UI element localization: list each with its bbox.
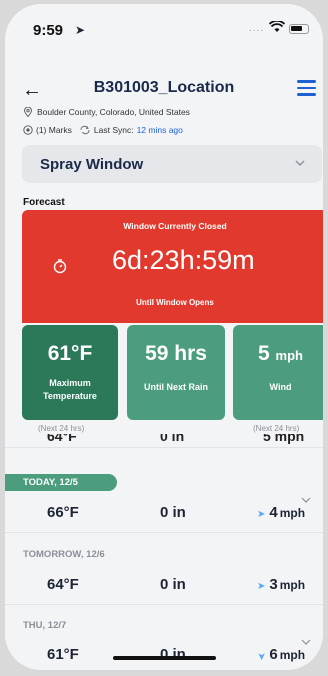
temp-period-note: (Next 24 hrs) [38,424,85,433]
page-title: B301003_Location [93,79,235,96]
day-wind-unit: mph [279,506,306,520]
chevron-down-icon[interactable] [301,638,311,646]
timer-icon [53,259,67,274]
location-line: Boulder County, Colorado, United States [23,107,190,117]
day-rain: 0 in [160,576,186,593]
max-temp-label-2: Temperature [43,391,97,401]
battery-icon [289,24,309,34]
last-sync-value: 12 mins ago [136,125,183,135]
day-rain: 0 in [160,504,186,521]
partial-row-wind: 5 mph [263,434,305,444]
day-wind: ➤ 3 mph [257,576,305,593]
day-wind-unit: mph [279,578,306,592]
countdown-value: 6d:23h:59m [112,245,255,275]
day-temp: 61°F [47,646,79,663]
dropdown-selected: Spray Window [40,156,144,173]
marks-link[interactable]: (1) Marks [36,125,72,135]
location-arrow-icon: ➤ [75,23,86,37]
max-temperature-tile[interactable]: 61°F Maximum Temperature [22,325,118,420]
map-pin-icon [24,107,32,117]
wind-unit: mph [275,348,303,363]
day-header: TOMORROW, 12/6 [23,549,105,560]
day-header: THU, 12/7 [23,620,67,631]
next-rain-tile[interactable]: 59 hrs Until Next Rain [127,325,225,420]
today-header-pill: TODAY, 12/5 [5,474,117,491]
day-wind: ➤ 6 mph [255,646,306,663]
divider [5,447,323,448]
wind-direction-icon: ➤ [257,509,266,520]
wind-value-wrap: 5 mph [233,342,323,366]
day-wind-value: 6 [269,646,278,663]
marks-icon [23,125,33,135]
partial-row-rain: 0 in [160,434,185,444]
day-wind: ➤ 4 mph [257,504,305,521]
signal-dots: .... [249,23,265,34]
window-type-dropdown[interactable]: Spray Window [22,145,322,183]
menu-button[interactable] [297,80,316,96]
divider [5,532,323,533]
status-bar: 9:59 ➤ .... [5,4,323,52]
day-rain: 0 in [160,646,186,663]
until-window-text: Until Window Opens [136,298,214,307]
status-time: 9:59 [33,22,64,39]
next-rain-value: 59 hrs [145,342,207,365]
forecast-heading: Forecast [23,197,65,208]
max-temp-value: 61°F [47,342,93,365]
last-sync-label: Last Sync: [93,125,134,135]
wind-direction-icon: ➤ [257,581,266,592]
meta-line: (1) Marks Last Sync: 12 mins ago [23,125,183,135]
day-temp: 66°F [47,504,79,521]
day-wind-value: 4 [269,504,278,521]
window-status-card: Window Currently Closed 6d:23h:59m Until… [22,210,323,323]
next-rain-label: Until Next Rain [143,382,208,392]
wind-tile[interactable]: 5 mph Wind [233,325,323,420]
partial-row-temp: 64°F [47,434,77,444]
day-wind-unit: mph [279,648,306,662]
wind-label: Wind [269,382,292,392]
window-status-text: Window Currently Closed [123,221,227,231]
divider [5,604,323,605]
home-indicator[interactable] [113,656,216,660]
wind-value: 5 [258,342,270,365]
location-text: Boulder County, Colorado, United States [37,107,190,117]
back-button[interactable]: ← [22,79,42,102]
wind-period-note: (Next 24 hrs) [253,424,300,433]
max-temp-label-1: Maximum [49,378,91,388]
daily-forecast-list: 64°F 0 in 5 mph TODAY, 12/5 66°F 0 in ➤ … [5,434,323,670]
day-temp: 64°F [47,576,79,593]
wifi-icon [269,21,285,32]
chevron-down-icon[interactable] [301,496,311,504]
wind-direction-icon: ➤ [255,652,267,661]
phone-screen: 9:59 ➤ .... ← B301003_Location Boulder C… [5,4,323,670]
sync-icon [80,125,90,135]
chevron-down-icon [295,160,305,166]
day-wind-value: 3 [269,576,278,593]
